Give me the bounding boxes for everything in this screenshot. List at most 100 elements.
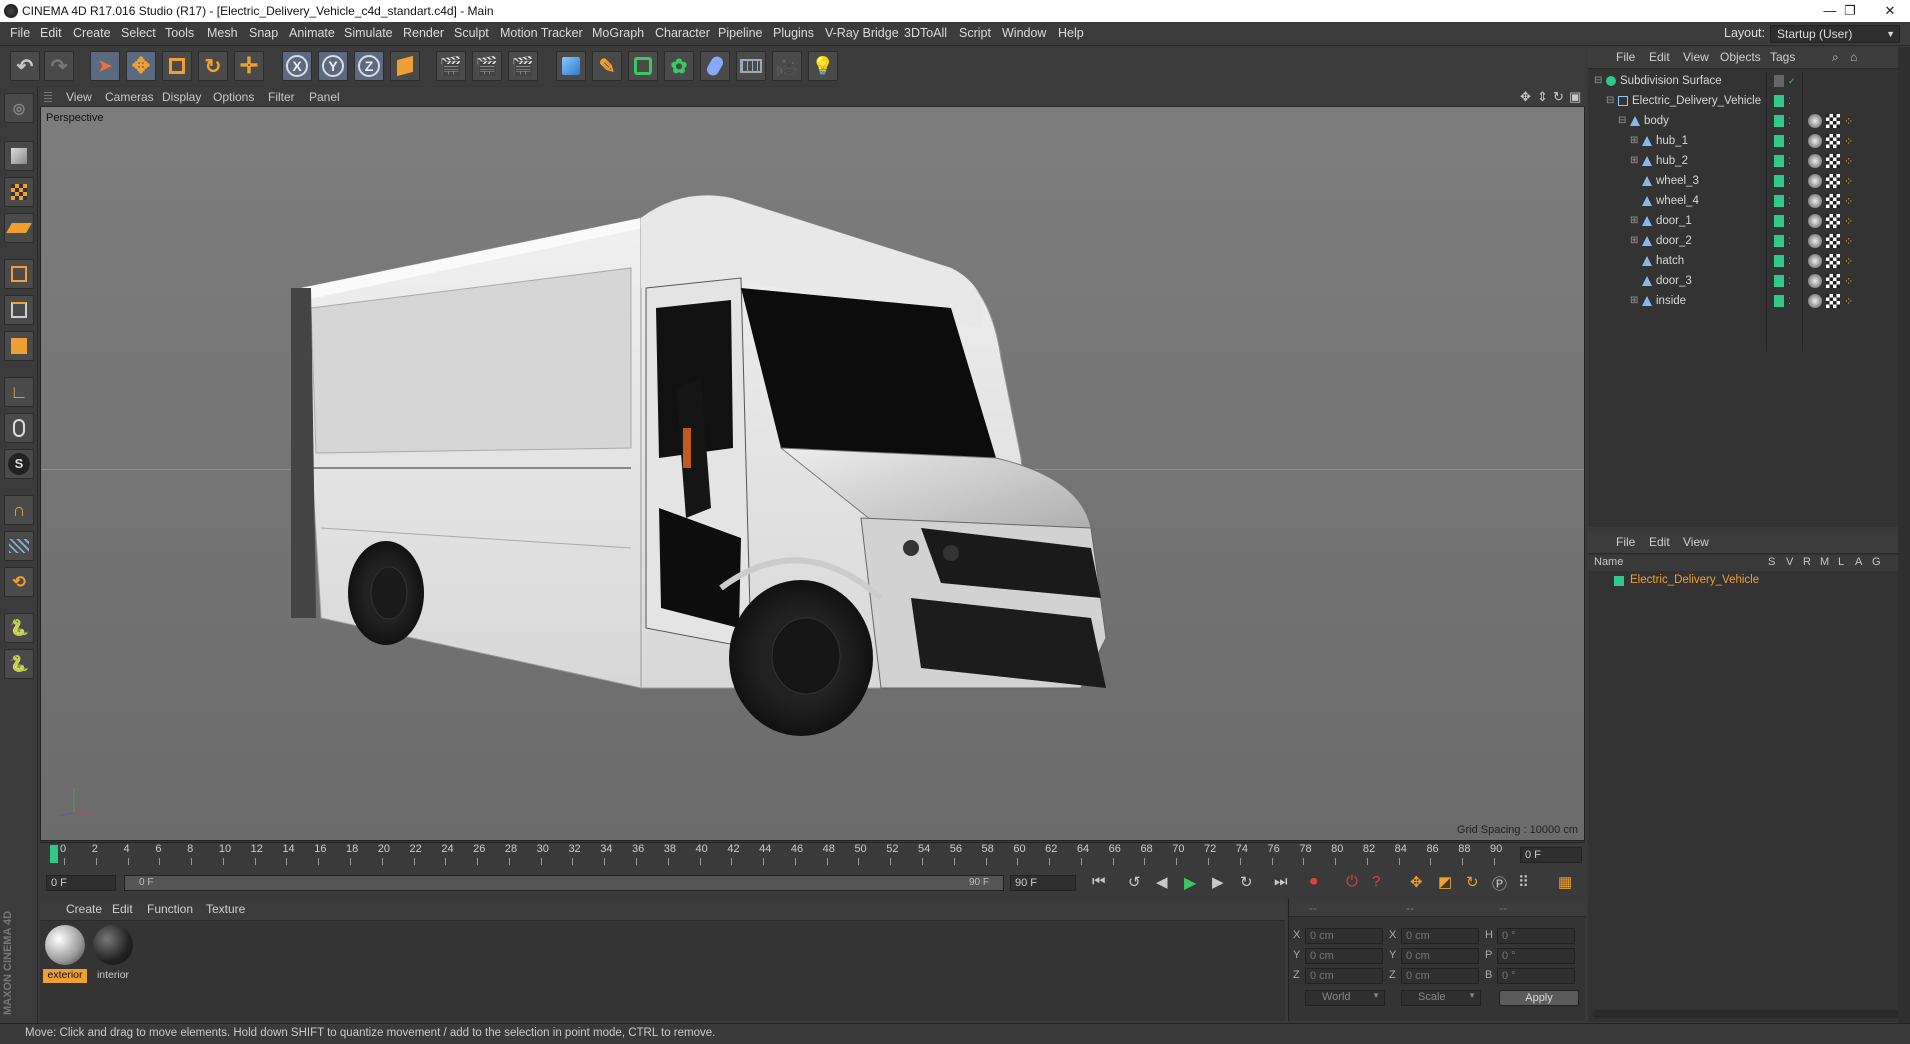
layer-scrollbar[interactable] <box>1592 1010 1904 1018</box>
add-environment-button[interactable] <box>736 51 766 81</box>
tweak-mode-button[interactable] <box>4 413 34 443</box>
object-name[interactable]: wheel_3 <box>1656 171 1699 191</box>
world-dropdown[interactable]: World ▼ <box>1305 990 1385 1006</box>
zoom-view-icon[interactable]: ⇕ <box>1537 89 1548 105</box>
coord-size-field[interactable]: 0 cm <box>1401 928 1479 944</box>
timeline-ruler[interactable]: 0 2 4 6 8 10 12 14 16 18 20 22 24 26 28 30 32 34 36 38 40 42 4… <box>50 843 1520 867</box>
layer-color-swatch[interactable] <box>1774 135 1784 147</box>
layer-color-swatch[interactable] <box>1774 295 1784 307</box>
expand-toggle-icon[interactable]: ⊞ <box>1630 291 1638 311</box>
start-frame-field[interactable]: 0 F <box>46 875 116 891</box>
layer-color-swatch[interactable] <box>1774 115 1784 127</box>
object-row[interactable]: wheel_4 ⁚ ⁘ <box>1588 191 1888 211</box>
object-row[interactable]: ⊞ inside ⁚ ⁘ <box>1588 291 1888 311</box>
layer-color-swatch[interactable] <box>1774 195 1784 207</box>
material-exterior[interactable]: exterior <box>43 925 87 983</box>
make-editable-button[interactable]: ◎ <box>4 93 34 123</box>
viewport-menu-display[interactable]: Display <box>162 90 201 104</box>
lm-menu-view[interactable]: View <box>1683 535 1709 549</box>
object-row[interactable]: ⊞ hub_1 ⁚ ⁘ <box>1588 131 1888 151</box>
solo-mode-button[interactable]: S <box>4 449 34 479</box>
visibility-dots-icon[interactable]: ✓ <box>1788 71 1796 91</box>
coord-rotation-field[interactable]: 0 ° <box>1497 928 1575 944</box>
visibility-dots-icon[interactable]: ⁚ <box>1788 271 1791 291</box>
texture-mode-button[interactable] <box>4 177 34 207</box>
om-menu-file[interactable]: File <box>1616 50 1635 64</box>
menu-script[interactable]: Script <box>959 26 991 40</box>
material-tag-icon[interactable] <box>1808 274 1822 288</box>
layer-color-swatch[interactable] <box>1774 155 1784 167</box>
material-tag-icon[interactable] <box>1808 214 1822 228</box>
layer-color-swatch[interactable] <box>1774 175 1784 187</box>
object-name[interactable]: hatch <box>1656 251 1684 271</box>
current-frame-field[interactable]: 0 F <box>1520 847 1582 863</box>
texture-tag-icon[interactable] <box>1826 134 1840 148</box>
workplane-rotate-button[interactable]: ⟲ <box>4 567 34 597</box>
object-name[interactable]: inside <box>1656 291 1686 311</box>
object-name[interactable]: hub_2 <box>1656 151 1688 171</box>
object-row[interactable]: ⊞ door_1 ⁚ ⁘ <box>1588 211 1888 231</box>
layer-color-swatch[interactable] <box>1774 255 1784 267</box>
lm-menu-file[interactable]: File <box>1616 535 1635 549</box>
record-keys-button[interactable]: ⏺ <box>1310 873 1318 890</box>
polygons-mode-button[interactable] <box>4 331 34 361</box>
visibility-dots-icon[interactable]: ⁚ <box>1788 171 1791 191</box>
phong-tag-icon[interactable]: ⁘ <box>1844 232 1853 252</box>
y-axis-button[interactable]: Y <box>318 51 348 81</box>
layer-color-swatch[interactable] <box>1774 75 1784 87</box>
add-nurbs-button[interactable] <box>628 51 658 81</box>
redo-button[interactable]: ↷ <box>44 51 74 81</box>
object-name[interactable]: door_1 <box>1656 211 1692 231</box>
pan-view-icon[interactable]: ✥ <box>1520 89 1531 105</box>
texture-tag-icon[interactable] <box>1826 254 1840 268</box>
python-script-1-button[interactable]: 🐍 <box>4 613 34 643</box>
add-mograph-button[interactable]: ✿ <box>664 51 694 81</box>
points-mode-button[interactable] <box>4 259 34 289</box>
scale-tool-button[interactable] <box>162 51 192 81</box>
maximize-view-icon[interactable]: ▣ <box>1569 89 1581 105</box>
object-row[interactable]: ⊟ body ⁚ ⁘ <box>1588 111 1888 131</box>
timeline-window-button[interactable]: ▦ <box>1558 873 1572 891</box>
visibility-dots-icon[interactable]: ⁚ <box>1788 211 1791 231</box>
object-name[interactable]: door_2 <box>1656 231 1692 251</box>
undo-button[interactable]: ↶ <box>10 51 40 81</box>
object-row[interactable]: ⊟ Subdivision Surface ✓ <box>1588 71 1888 91</box>
coordinate-system-button[interactable] <box>390 51 420 81</box>
key-position-button[interactable]: ✥ <box>1410 873 1423 891</box>
object-row[interactable]: wheel_3 ⁚ ⁘ <box>1588 171 1888 191</box>
coord-position-field[interactable]: 0 cm <box>1305 928 1383 944</box>
model-mode-button[interactable] <box>4 141 34 171</box>
layer-color-swatch[interactable] <box>1774 95 1784 107</box>
object-name[interactable]: Electric_Delivery_Vehicle <box>1632 91 1761 111</box>
lock-workplane-button[interactable] <box>4 531 34 561</box>
mm-menu-edit[interactable]: Edit <box>112 902 133 916</box>
scale-dropdown[interactable]: Scale ▼ <box>1401 990 1481 1006</box>
om-menu-objects[interactable]: Objects <box>1720 50 1761 64</box>
menu-motion-tracker[interactable]: Motion Tracker <box>500 26 583 40</box>
playhead[interactable] <box>50 845 58 863</box>
phong-tag-icon[interactable]: ⁘ <box>1844 112 1853 132</box>
menu-tools[interactable]: Tools <box>165 26 194 40</box>
texture-tag-icon[interactable] <box>1826 214 1840 228</box>
menu-window[interactable]: Window <box>1002 26 1046 40</box>
layer-color-swatch[interactable] <box>1774 215 1784 227</box>
key-pla-button[interactable]: ⠿ <box>1518 873 1529 891</box>
layer-color-swatch[interactable] <box>1774 275 1784 287</box>
om-menu-view[interactable]: View <box>1683 50 1709 64</box>
coord-position-field[interactable]: 0 cm <box>1305 968 1383 984</box>
texture-tag-icon[interactable] <box>1826 194 1840 208</box>
lm-menu-edit[interactable]: Edit <box>1649 535 1670 549</box>
visibility-dots-icon[interactable]: ⁚ <box>1788 231 1791 251</box>
texture-tag-icon[interactable] <box>1826 114 1840 128</box>
menu-file[interactable]: File <box>10 26 30 40</box>
previous-key-button[interactable]: ↺ <box>1128 873 1141 891</box>
material-tag-icon[interactable] <box>1808 234 1822 248</box>
menu-help[interactable]: Help <box>1058 26 1084 40</box>
viewport-menu-cameras[interactable]: Cameras <box>105 90 154 104</box>
rotate-view-icon[interactable]: ↻ <box>1553 89 1564 105</box>
object-name[interactable]: body <box>1644 111 1669 131</box>
z-axis-button[interactable]: Z <box>354 51 384 81</box>
layer-name[interactable]: Electric_Delivery_Vehicle <box>1630 574 1759 586</box>
key-rotation-button[interactable]: ↻ <box>1466 873 1479 891</box>
object-name[interactable]: hub_1 <box>1656 131 1688 151</box>
